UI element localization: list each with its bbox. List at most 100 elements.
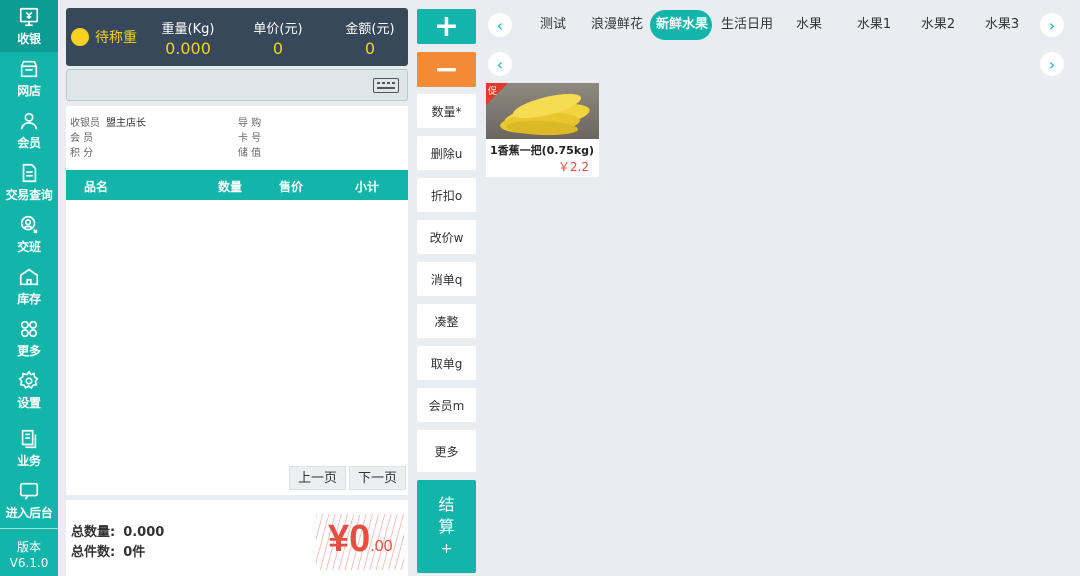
amount-decimal: .00 bbox=[370, 538, 393, 555]
cashier-monitor-icon bbox=[19, 7, 39, 26]
tab-fruit-2[interactable]: 水果2 bbox=[912, 10, 964, 40]
discount-button[interactable]: 折扣o bbox=[417, 178, 476, 212]
nav-item-transactions[interactable]: 交易查询 bbox=[0, 156, 58, 208]
total-count: 总件数: 0件 bbox=[71, 541, 145, 560]
total-count-label: 总件数: bbox=[71, 545, 116, 560]
chevron-left-icon[interactable]: ‹ bbox=[488, 13, 512, 37]
currency-symbol: ¥ bbox=[328, 518, 350, 560]
amount-display: 金额(元) 0 bbox=[330, 18, 410, 58]
checkout-label-2: 算 bbox=[438, 516, 455, 536]
total-amount: ¥0.00 bbox=[316, 514, 404, 570]
weight-value: 0.000 bbox=[165, 39, 211, 58]
nav-item-more[interactable]: 更多 bbox=[0, 312, 58, 364]
stored-value-label: 储 值 bbox=[238, 148, 262, 159]
checkout-plus: + bbox=[440, 540, 453, 557]
unit-price-value: 0 bbox=[272, 39, 284, 58]
order-table-header: 品名 数量 售价 小计 bbox=[66, 170, 408, 200]
next-page-button[interactable]: 下一页 bbox=[349, 466, 407, 490]
chevron-left-icon[interactable]: ‹ bbox=[488, 52, 512, 76]
version-number: V6.1.0 bbox=[9, 556, 49, 570]
tab-test[interactable]: 测试 bbox=[528, 10, 578, 40]
column-header-subtotal: 小计 bbox=[355, 180, 380, 194]
column-header-qty: 数量 bbox=[218, 180, 243, 194]
nav-item-cashier[interactable]: 收银 bbox=[0, 0, 58, 52]
delete-button[interactable]: 删除u bbox=[417, 136, 476, 170]
guide-label: 导 购 bbox=[238, 118, 262, 129]
warehouse-icon bbox=[19, 268, 39, 285]
weight-label: 重量(Kg) bbox=[161, 22, 215, 37]
column-header-price: 售价 bbox=[279, 180, 304, 194]
card-label: 卡 号 bbox=[238, 133, 262, 144]
unit-price-display: 单价(元) 0 bbox=[238, 18, 318, 58]
tab-fresh-fruit[interactable]: 新鲜水果 bbox=[650, 10, 712, 40]
round-off-button[interactable]: 凑整 bbox=[417, 304, 476, 338]
quantity-button[interactable]: 数量* bbox=[417, 94, 476, 128]
tab-fruit-1[interactable]: 水果1 bbox=[848, 10, 900, 40]
scale-status: 待称重 bbox=[95, 30, 137, 46]
tab-daily-goods[interactable]: 生活日用 bbox=[716, 10, 778, 40]
cancel-order-button[interactable]: 消单q bbox=[417, 262, 476, 296]
total-qty: 总数量: 0.000 bbox=[71, 521, 164, 540]
member-button[interactable]: 会员m bbox=[417, 388, 476, 422]
version-label: 版本 bbox=[16, 540, 41, 554]
nav-item-backend[interactable]: 进入后台 bbox=[0, 474, 58, 526]
total-count-value: 0件 bbox=[123, 545, 146, 560]
chat-icon bbox=[19, 482, 39, 500]
nav-item-label: 收银 bbox=[17, 31, 41, 46]
promo-badge-label: 促 bbox=[488, 87, 498, 97]
nav-item-label: 进入后台 bbox=[5, 505, 53, 520]
barcode-input-box bbox=[66, 69, 408, 101]
nav-item-shift[interactable]: 交班 bbox=[0, 208, 58, 260]
chevron-right-icon[interactable]: › bbox=[1040, 13, 1064, 37]
amount-value: 0 bbox=[364, 39, 376, 58]
total-amount-value: ¥0.00 bbox=[328, 518, 393, 561]
decrease-button[interactable]: − bbox=[417, 52, 476, 87]
store-icon bbox=[20, 60, 38, 77]
nav-item-business[interactable]: 业务 bbox=[0, 422, 58, 474]
tab-fruit[interactable]: 水果 bbox=[786, 10, 832, 40]
prev-page-button[interactable]: 上一页 bbox=[289, 466, 347, 490]
nav-item-label: 设置 bbox=[17, 395, 41, 410]
weight-display: 重量(Kg) 0.000 bbox=[148, 18, 228, 58]
increase-button[interactable]: + bbox=[417, 9, 476, 44]
nav-item-label: 更多 bbox=[17, 343, 41, 358]
barcode-input[interactable] bbox=[75, 76, 365, 96]
totals-panel: 总数量: 0.000 总件数: 0件 ¥0.00 bbox=[66, 500, 408, 576]
product-card[interactable]: 促 1香蕉一把(0.75kg) ￥2.2 bbox=[486, 83, 599, 177]
cashier-value: 盟主店长 bbox=[106, 118, 146, 129]
keyboard-icon[interactable] bbox=[373, 78, 399, 93]
nav-item-settings[interactable]: 设置 bbox=[0, 364, 58, 416]
checkout-button[interactable]: 结 算 + bbox=[417, 480, 476, 573]
nav-item-label: 网店 bbox=[17, 83, 41, 98]
nav-item-inventory[interactable]: 库存 bbox=[0, 260, 58, 312]
gear-icon bbox=[18, 369, 39, 389]
nav-item-label: 交易查询 bbox=[5, 187, 53, 202]
retrieve-order-button[interactable]: 取单g bbox=[417, 346, 476, 380]
column-header-name: 品名 bbox=[84, 180, 109, 194]
checkout-label-1: 结 bbox=[438, 494, 455, 514]
scale-status-indicator bbox=[71, 28, 89, 46]
nav-item-store[interactable]: 网店 bbox=[0, 52, 58, 104]
points-label: 积 分 bbox=[70, 148, 94, 159]
change-price-button[interactable]: 改价w bbox=[417, 220, 476, 254]
order-info-right: 导 购 卡 号 储 值 bbox=[238, 116, 267, 161]
amount-label: 金额(元) bbox=[345, 22, 395, 37]
scale-panel: 待称重 重量(Kg) 0.000 单价(元) 0 金额(元) 0 bbox=[66, 8, 408, 66]
document-icon bbox=[22, 163, 37, 182]
more-button[interactable]: 更多 bbox=[417, 430, 476, 472]
nav-item-label: 交班 bbox=[17, 239, 41, 254]
total-qty-label: 总数量: bbox=[71, 525, 116, 540]
version-info: 版本 V6.1.0 bbox=[0, 528, 58, 571]
tab-flowers[interactable]: 浪漫鲜花 bbox=[586, 10, 648, 40]
order-info-left: 收银员 盟主店长 会 员 积 分 bbox=[70, 116, 146, 161]
nav-item-member[interactable]: 会员 bbox=[0, 104, 58, 156]
tab-fruit-3[interactable]: 水果3 bbox=[976, 10, 1028, 40]
member-label: 会 员 bbox=[70, 133, 94, 144]
chevron-right-icon[interactable]: › bbox=[1040, 52, 1064, 76]
amount-integer: 0 bbox=[349, 518, 371, 560]
nav-item-label: 会员 bbox=[17, 135, 41, 150]
nav-item-label: 业务 bbox=[17, 453, 41, 468]
sidebar-nav: 收银 网店 会员 交易查询 交班 库存 更多 设置 业务 进入后台 版本 V6.… bbox=[0, 0, 58, 576]
order-panel: 收银员 盟主店长 会 员 积 分 导 购 卡 号 储 值 品名 数量 售价 小计 … bbox=[66, 106, 408, 495]
unit-price-label: 单价(元) bbox=[253, 22, 303, 37]
